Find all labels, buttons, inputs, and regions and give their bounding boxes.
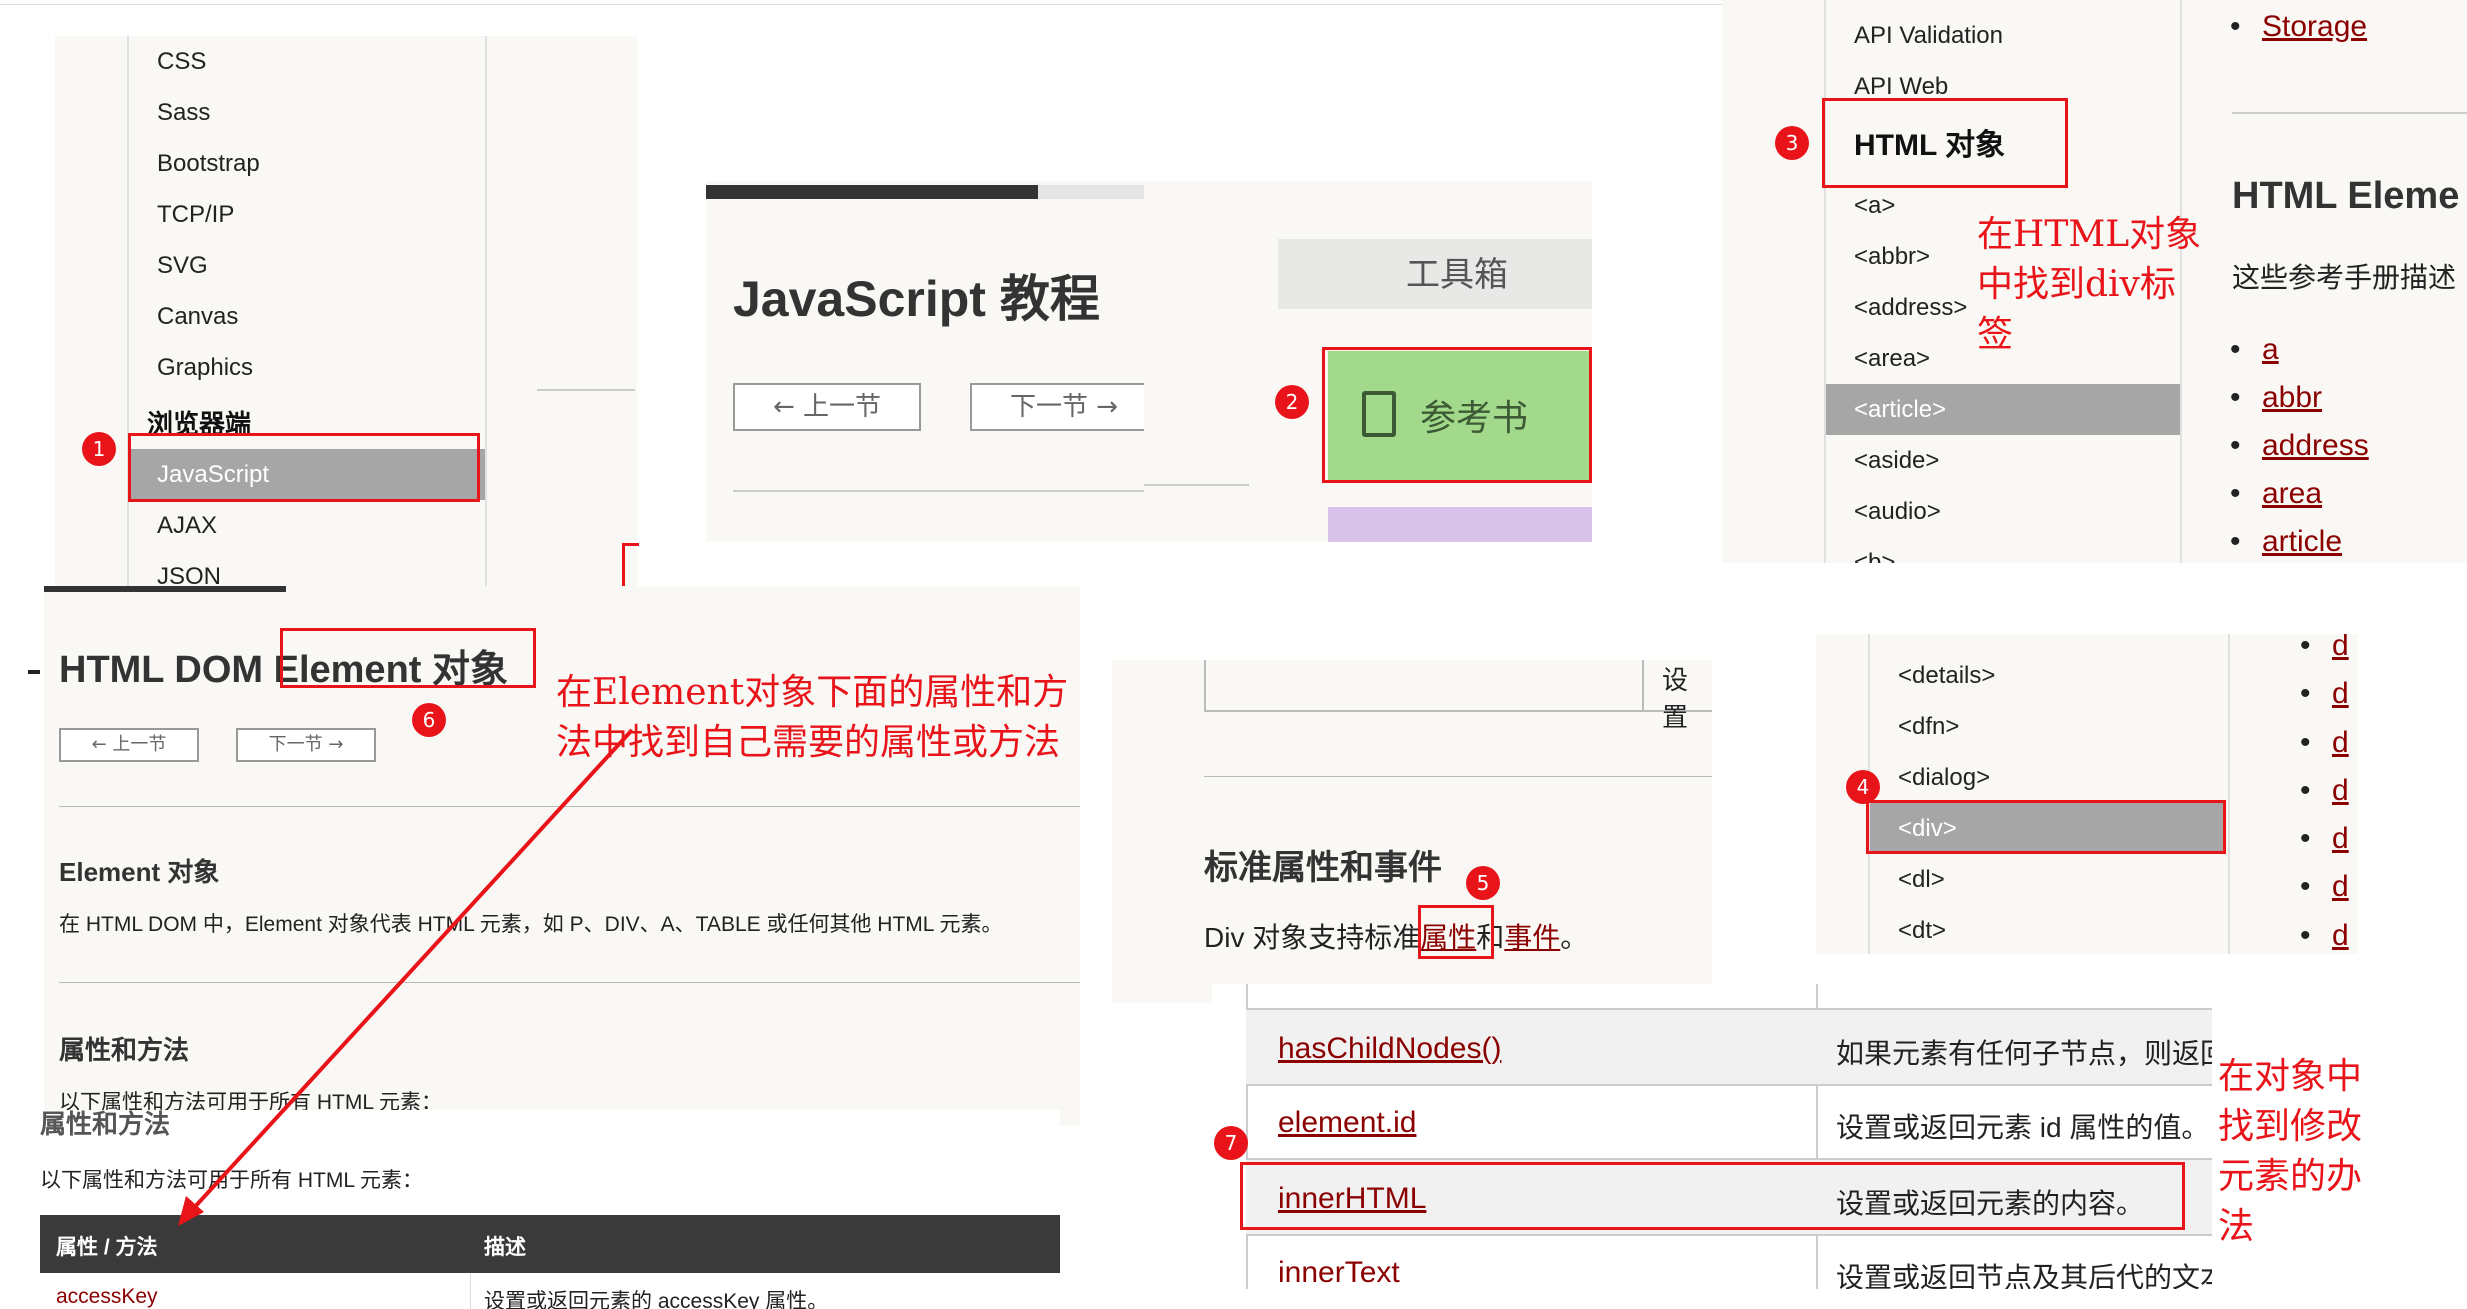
link-d-5[interactable]: d: [2332, 822, 2349, 855]
highlight-div: [1866, 800, 2226, 854]
link-haschildnodes[interactable]: hasChildNodes(): [1278, 1032, 1501, 1066]
haschildnodes-desc: 如果元素有任何子节点，则返回: [1836, 1038, 2212, 1069]
tags-item-dfn[interactable]: <dfn>: [1870, 701, 2226, 752]
step-4-badge: 4: [1846, 770, 1880, 804]
tags-panel: <details> <dfn> <dialog> <div> <dl> <dt>…: [1816, 634, 2358, 954]
tags-item-dialog[interactable]: <dialog>: [1870, 752, 2226, 803]
tags-right-border: [2228, 634, 2230, 954]
tags-item-dl[interactable]: <dl>: [1870, 854, 2226, 905]
div-heading: 标准属性和事件: [1204, 849, 1442, 887]
element-id-desc: 设置或返回元素 id 属性的值。: [1836, 1112, 2210, 1143]
div-table-left-border: [1204, 660, 1206, 710]
step-7-badge: 7: [1214, 1126, 1248, 1160]
tags-right-link-item: d: [2292, 912, 2349, 954]
div-support-end: 。: [1560, 922, 1589, 953]
table-row: innerText 设置或返回节点及其后代的文本: [1246, 1234, 2212, 1289]
link-standard-events[interactable]: 事件: [1504, 922, 1560, 953]
tags-right-link-item: d: [2292, 634, 2349, 671]
tags-right-links: d d d d d d d: [2292, 634, 2349, 954]
tags-right-link-item: d: [2292, 815, 2349, 864]
div-table-bottom: [1204, 710, 1712, 712]
tags-right-link-item: d: [2292, 719, 2349, 768]
div-support-prefix: Div 对象支持标准: [1204, 922, 1421, 953]
div-object-panel: 设置 标准属性和事件 Div 对象支持标准属性和事件。: [1112, 660, 1712, 1003]
link-d-3[interactable]: d: [2332, 726, 2349, 759]
tags-right-link-item: d: [2292, 863, 2349, 912]
div-support-text: Div 对象支持标准属性和事件。: [1204, 916, 1588, 956]
link-d-7[interactable]: d: [2332, 919, 2349, 952]
link-d-4[interactable]: d: [2332, 774, 2349, 807]
table-row: element.id 设置或返回元素 id 属性的值。: [1246, 1084, 2212, 1160]
highlight-attributes: [1418, 905, 1494, 959]
div-table-col-divider: [1642, 660, 1644, 710]
link-innertext[interactable]: innerText: [1278, 1256, 1400, 1289]
table-row: hasChildNodes() 如果元素有任何子节点，则返回: [1246, 1008, 2212, 1086]
link-element-id[interactable]: element.id: [1278, 1106, 1416, 1140]
div-table-cell: 设置: [1662, 665, 1689, 732]
div-rule: [1204, 776, 1712, 777]
note-find-method: 在对象中找到修改元素的办法: [2218, 1056, 2363, 1247]
link-d-6[interactable]: d: [2332, 870, 2349, 903]
highlight-innerhtml: [1240, 1162, 2185, 1230]
tags-right-link-item: d: [2292, 670, 2349, 719]
step-5-badge: 5: [1466, 866, 1500, 900]
tags-right-link-item: d: [2292, 767, 2349, 816]
tags-item-dt[interactable]: <dt>: [1870, 905, 2226, 954]
innertext-desc: 设置或返回节点及其后代的文本: [1836, 1262, 2212, 1289]
methods-table-panel: hasChildNodes() 如果元素有任何子节点，则返回 element.i…: [1212, 984, 2212, 1289]
link-d-2[interactable]: d: [2332, 677, 2349, 710]
tags-item-details[interactable]: <details>: [1870, 650, 2226, 701]
link-d-1[interactable]: d: [2332, 634, 2349, 662]
